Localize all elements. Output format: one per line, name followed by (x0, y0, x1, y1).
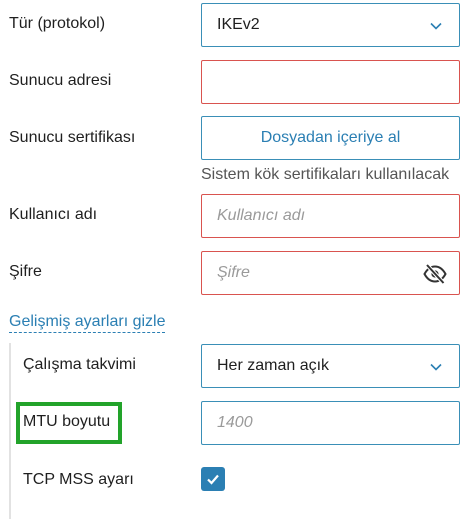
protocol-type-label: Tür (protokol) (9, 15, 106, 32)
username-input[interactable] (217, 207, 417, 225)
password-input[interactable] (217, 264, 417, 282)
mtu-label: MTU boyutu (23, 413, 111, 430)
username-label: Kullanıcı adı (9, 206, 98, 223)
mtu-field[interactable] (201, 401, 460, 445)
checkmark-icon (207, 474, 219, 485)
server-address-label: Sunucu adresi (9, 72, 112, 89)
password-label: Şifre (9, 263, 42, 280)
username-field[interactable] (201, 194, 460, 238)
schedule-select[interactable]: Her zaman açık (201, 344, 460, 388)
certificate-hint: Sistem kök sertifikaları kullanılacak (201, 166, 450, 183)
advanced-settings-indicator (9, 343, 11, 519)
protocol-type-select[interactable]: IKEv2 (201, 3, 460, 47)
import-from-file-button[interactable]: Dosyadan içeriye al (201, 116, 460, 160)
eye-slash-icon[interactable] (423, 263, 447, 285)
schedule-value: Her zaman açık (217, 357, 330, 374)
protocol-type-value: IKEv2 (217, 16, 260, 33)
hide-advanced-settings-link[interactable]: Gelişmiş ayarları gizle (9, 313, 166, 333)
chevron-down-icon (430, 363, 442, 371)
schedule-label: Çalışma takvimi (23, 356, 136, 373)
server-address-input[interactable] (217, 73, 417, 91)
password-field[interactable] (201, 251, 460, 295)
server-certificate-label: Sunucu sertifikası (9, 129, 136, 146)
tcp-mss-checkbox[interactable] (201, 467, 225, 491)
chevron-down-icon (430, 22, 442, 30)
mtu-input[interactable] (217, 414, 417, 432)
tcp-mss-label: TCP MSS ayarı (23, 471, 134, 488)
server-address-field[interactable] (201, 60, 460, 104)
